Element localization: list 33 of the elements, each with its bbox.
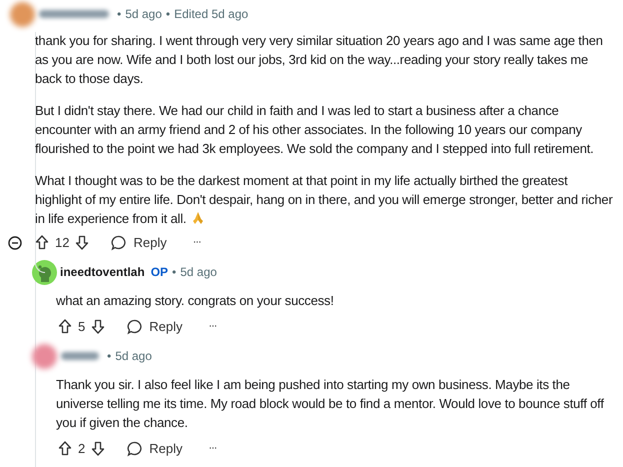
- separator-dot: •: [107, 348, 112, 365]
- timestamp: 5d ago: [115, 348, 152, 365]
- separator-dot: •: [166, 6, 170, 23]
- comment-text: But I didn't stay there. We had our child in faith and I was led to start a business after a chance encounter with an army friend and 2 of his other associates. In the following 10 years our company flourished to the point we had 3k employees. We sold the company and I stepped into full retirement.: [35, 102, 595, 158]
- comment-bubble-icon: [127, 318, 144, 334]
- op-label: OP: [150, 264, 168, 281]
- comment-bubble-icon: [111, 234, 128, 250]
- timestamp: 5d ago: [125, 6, 162, 23]
- blurred-username: [39, 10, 109, 18]
- comment-text: what an amazing story. congrats on your success!: [56, 292, 335, 310]
- more-options-button[interactable]: ···: [186, 234, 207, 251]
- blurred-username: [61, 352, 99, 360]
- username[interactable]: ineedtoventlah: [60, 263, 145, 281]
- upvote-icon[interactable]: [33, 233, 51, 252]
- comment-text: thank you for sharing. I went through very very similar situation 20 years ago and I was same age then as you are now. Wife and I both lost our jobs, 3rd kid on the way...reading your story really takes me back to those days.: [35, 32, 604, 88]
- vote-count: 5: [78, 318, 86, 336]
- reply-button[interactable]: Reply: [121, 436, 188, 460]
- comment-text: Thank you sir. I also feel like I am being pushed into starting my own business. Maybe its the universe telling me its time. My road block would be to find a mentor. Would love to bounce stuff off you if given the chance.: [56, 376, 605, 432]
- collapse-icon[interactable]: [8, 236, 22, 250]
- upvote-icon[interactable]: [56, 317, 74, 336]
- timestamp: 5d ago: [180, 264, 217, 281]
- more-options-button[interactable]: ···: [202, 318, 222, 335]
- more-options-button[interactable]: ···: [202, 440, 222, 457]
- comment-text: What I thought was to be the darkest moment at that point in my life actually birthed the greatest highlight of my entire life. Don't despair, hang on in there, and you will emerge stronger, better and richer in life experience from it all.: [35, 172, 614, 228]
- comment-bubble-icon: [127, 440, 144, 456]
- separator-dot: •: [117, 6, 122, 23]
- upvote-icon[interactable]: [56, 439, 74, 458]
- edited-label: Edited 5d ago: [174, 6, 248, 23]
- vote-count: 12: [55, 234, 70, 252]
- vote-count: 2: [78, 440, 86, 458]
- reply-button[interactable]: Reply: [121, 314, 188, 338]
- separator-dot: •: [172, 264, 176, 281]
- reply-button[interactable]: Reply: [105, 230, 173, 254]
